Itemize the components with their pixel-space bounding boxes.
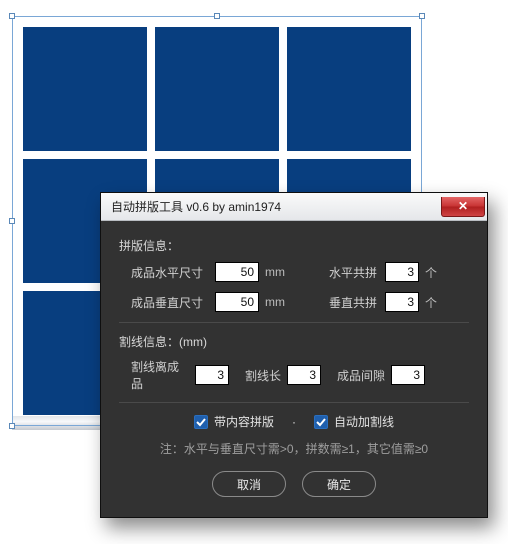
checkbox-auto-cut[interactable]: 自动加割线	[314, 413, 394, 430]
input-vsize[interactable]	[215, 292, 259, 312]
imposition-dialog: 自动拼版工具 v0.6 by amin1974 ✕ 拼版信息： 成品水平尺寸 m…	[100, 192, 488, 518]
check-icon	[316, 417, 326, 427]
input-hsize[interactable]	[215, 262, 259, 282]
label-vcount: 垂直共拼	[307, 294, 377, 311]
unit-mm: mm	[265, 265, 285, 279]
label-vsize: 成品垂直尺寸	[119, 294, 215, 311]
resize-handle-t[interactable]	[214, 13, 220, 19]
cut-section-label: 割线信息：(mm)	[119, 333, 469, 350]
section-divider	[119, 322, 469, 323]
close-button[interactable]: ✕	[441, 197, 485, 217]
dialog-body: 拼版信息： 成品水平尺寸 mm 水平共拼 个 成品垂直尺寸 mm 垂直共拼 个 …	[101, 221, 487, 517]
label-cut-length: 割线长	[235, 367, 281, 384]
resize-handle-bl[interactable]	[9, 423, 15, 429]
label-cut-offset: 割线离成品	[131, 358, 189, 392]
layout-section-label: 拼版信息：	[119, 237, 469, 254]
input-cut-offset[interactable]	[195, 365, 229, 385]
checkbox-row: 带内容拼版 · 自动加割线	[119, 413, 469, 430]
grid-cell	[155, 27, 279, 151]
dialog-buttons: 取消 确定	[119, 471, 469, 497]
hint-text: 注：水平与垂直尺寸需>0，拼数需≥1，其它值需≥0	[119, 440, 469, 457]
dialog-titlebar[interactable]: 自动拼版工具 v0.6 by amin1974 ✕	[101, 193, 487, 221]
separator-dot: ·	[292, 415, 296, 429]
label-hsize: 成品水平尺寸	[119, 264, 215, 281]
row-vsize: 成品垂直尺寸 mm 垂直共拼 个	[119, 292, 469, 312]
checkbox-auto-cut-box	[314, 415, 328, 429]
dialog-title: 自动拼版工具 v0.6 by amin1974	[111, 198, 281, 215]
input-cut-length[interactable]	[287, 365, 321, 385]
checkbox-with-content-label: 带内容拼版	[214, 413, 274, 430]
check-icon	[196, 417, 206, 427]
label-gap: 成品间隙	[327, 367, 385, 384]
row-cutinfo: 割线离成品 割线长 成品间隙	[119, 358, 469, 392]
ok-button[interactable]: 确定	[302, 471, 376, 497]
resize-handle-l[interactable]	[9, 218, 15, 224]
grid-cell	[23, 27, 147, 151]
row-hsize: 成品水平尺寸 mm 水平共拼 个	[119, 262, 469, 282]
grid-cell	[287, 27, 411, 151]
resize-handle-tr[interactable]	[419, 13, 425, 19]
checkbox-with-content[interactable]: 带内容拼版	[194, 413, 274, 430]
unit-count: 个	[425, 294, 437, 311]
input-hcount[interactable]	[385, 262, 419, 282]
checkbox-auto-cut-label: 自动加割线	[334, 413, 394, 430]
unit-count: 个	[425, 264, 437, 281]
section-divider	[119, 402, 469, 403]
unit-mm: mm	[265, 295, 285, 309]
checkbox-with-content-box	[194, 415, 208, 429]
input-gap[interactable]	[391, 365, 425, 385]
cancel-button[interactable]: 取消	[212, 471, 286, 497]
close-icon: ✕	[458, 200, 468, 212]
resize-handle-tl[interactable]	[9, 13, 15, 19]
label-hcount: 水平共拼	[307, 264, 377, 281]
input-vcount[interactable]	[385, 292, 419, 312]
